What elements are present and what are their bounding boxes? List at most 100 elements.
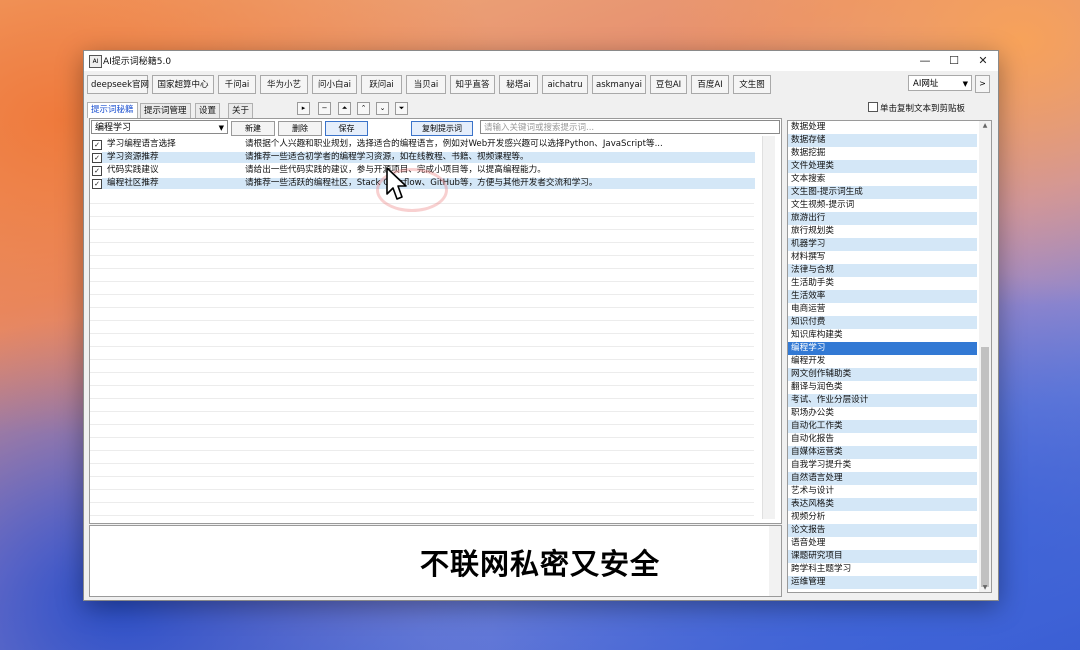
prompt-name: 编程社区推荐	[107, 178, 159, 188]
category-item[interactable]: 文生图-提示词生成	[788, 186, 977, 199]
toolbar-button-text-to-image[interactable]: 文生图	[733, 75, 771, 94]
toolbar-button-zhihu[interactable]: 知乎直答	[450, 75, 495, 94]
empty-list-area	[90, 191, 754, 519]
category-item[interactable]: 知识付费	[788, 316, 977, 329]
chevron-down-icon: ▼	[962, 80, 968, 88]
search-input[interactable]: 请输入关键词或搜索提示词...	[480, 120, 780, 134]
toolbar-button-metaso[interactable]: 秘塔ai	[499, 75, 538, 94]
copy-to-clipboard-checkbox[interactable]: 单击复制文本到剪贴板	[868, 102, 965, 114]
category-item[interactable]: 旅行规划类	[788, 225, 991, 238]
collapse-icon[interactable]: −	[318, 102, 331, 115]
category-item[interactable]: 文生视频-提示词	[788, 199, 991, 212]
ai-site-dropdown[interactable]: AI网址 ▼	[908, 75, 972, 91]
prompt-name: 代码实践建议	[107, 165, 159, 175]
category-item[interactable]: 生活效率	[788, 290, 977, 303]
toolbar-button-aichatru[interactable]: aichatru	[542, 75, 588, 94]
checkbox-checked-icon[interactable]: ✓	[92, 153, 102, 163]
toolbar-button-dangbei[interactable]: 当贝ai	[406, 75, 446, 94]
category-item[interactable]: 论文报告	[788, 524, 977, 537]
category-item[interactable]: 自我学习提升类	[788, 459, 991, 472]
mouse-cursor-icon	[386, 167, 407, 200]
category-item[interactable]: 自动化报告	[788, 433, 991, 446]
prompt-content: 请根据个人兴趣和职业规划，选择适合的编程语言，例如对Web开发感兴趣可以选择Py…	[245, 139, 663, 149]
toolbar-button-supercomputing[interactable]: 国家超算中心	[152, 75, 214, 94]
category-item[interactable]: 表达风格类	[788, 498, 977, 511]
category-select-value: 编程学习	[95, 123, 132, 133]
table-row[interactable]: ✓ 学习编程语言选择 请根据个人兴趣和职业规划，选择适合的编程语言，例如对Web…	[90, 138, 755, 151]
prompt-content: 请推荐一些活跃的编程社区，Stack Overflow、GitHub等，方便与其…	[245, 178, 598, 188]
app-window: AI AI提示词秘籍5.0 — ☐ ✕ deepseek官网 国家超算中心 千问…	[83, 50, 999, 601]
window-title: AI提示词秘籍5.0	[103, 57, 172, 67]
category-item[interactable]: 编程开发	[788, 355, 991, 368]
category-item[interactable]: 生活助手类	[788, 277, 991, 290]
category-select[interactable]: 编程学习 ▼	[91, 120, 228, 134]
toolbar-button-askmanyai[interactable]: askmanyai	[592, 75, 646, 94]
category-item[interactable]: 法律与合规	[788, 264, 977, 277]
tab-about[interactable]: 关于	[228, 103, 254, 118]
category-item[interactable]: 编程学习	[788, 342, 977, 355]
new-button[interactable]: 新建	[231, 121, 275, 136]
category-item[interactable]: 电商运营	[788, 303, 991, 316]
move-up-icon[interactable]: ⌃	[357, 102, 370, 115]
toolbar-button-xiaoyi[interactable]: 华为小艺	[260, 75, 308, 94]
category-item[interactable]: 职场办公类	[788, 407, 991, 420]
dropdown-value: AI网址	[913, 79, 939, 89]
delete-button[interactable]: 删除	[278, 121, 322, 136]
toolbar-button-baidu[interactable]: 百度AI	[691, 75, 729, 94]
category-list: 数据处理 数据存储 数据挖掘 文件处理类 文本搜索 文生图-提示词生成 文生视频-提示词 旅游…	[787, 120, 992, 593]
category-item[interactable]: 自媒体运营类	[788, 446, 977, 459]
checkbox-checked-icon[interactable]: ✓	[92, 179, 102, 189]
category-item[interactable]: 自动化工作类	[788, 420, 977, 433]
copy-prompt-button[interactable]: 复制提示词	[411, 121, 473, 136]
category-item[interactable]: 自然语言处理	[788, 472, 977, 485]
category-item[interactable]: 数据存储	[788, 134, 977, 147]
category-item[interactable]: 材料撰写	[788, 251, 991, 264]
category-item[interactable]: 旅游出行	[788, 212, 977, 225]
category-item[interactable]: 艺术与设计	[788, 485, 991, 498]
toolbar-button-yuewen[interactable]: 跃问ai	[361, 75, 402, 94]
category-item[interactable]: 数据挖掘	[788, 147, 991, 160]
category-item[interactable]: 机器学习	[788, 238, 977, 251]
save-button[interactable]: 保存	[325, 121, 368, 136]
category-item[interactable]: 文本搜索	[788, 173, 991, 186]
toolbar-button-doubao[interactable]: 豆包AI	[650, 75, 687, 94]
checkbox-checked-icon[interactable]: ✓	[92, 140, 102, 150]
list-scrollbar[interactable]	[762, 136, 775, 519]
category-item[interactable]: 数据处理	[788, 121, 991, 134]
move-top-icon[interactable]: ⏶	[338, 102, 351, 115]
toolbar-button-wenxiaobai[interactable]: 问小白ai	[312, 75, 357, 94]
copy-checkbox-label: 单击复制文本到剪贴板	[880, 104, 966, 114]
checkbox-checked-icon[interactable]: ✓	[92, 166, 102, 176]
scroll-down-icon[interactable]: ▼	[981, 584, 989, 591]
category-item[interactable]: 翻译与润色类	[788, 381, 991, 394]
prompt-content: 请推荐一些适合初学者的编程学习资源，如在线教程、书籍、视频课程等。	[245, 152, 529, 162]
prompt-name: 学习编程语言选择	[107, 139, 176, 149]
tab-prompt-book[interactable]: 提示词秘籍	[87, 102, 138, 118]
chevron-down-icon: ▼	[218, 124, 224, 132]
scroll-up-icon[interactable]: ▲	[981, 122, 989, 129]
toolbar-button-deepseek[interactable]: deepseek官网	[87, 75, 149, 94]
close-button[interactable]: ✕	[968, 51, 998, 71]
tab-settings[interactable]: 设置	[195, 103, 221, 118]
app-icon: AI	[89, 55, 102, 68]
prompt-name: 学习资源推荐	[107, 152, 159, 162]
category-item[interactable]: 考试、作业分层设计	[788, 394, 977, 407]
expand-arrow-icon[interactable]: ▸	[297, 102, 310, 115]
title-bar: AI AI提示词秘籍5.0 — ☐ ✕	[84, 51, 998, 71]
category-item[interactable]: 知识库构建类	[788, 329, 991, 342]
tab-prompt-manage[interactable]: 提示词管理	[140, 103, 191, 118]
category-item[interactable]: 网文创作辅助类	[788, 368, 977, 381]
next-button[interactable]: >	[975, 75, 990, 93]
category-item[interactable]: 文件处理类	[788, 160, 977, 173]
minimize-button[interactable]: —	[910, 51, 940, 71]
move-down-icon[interactable]: ⌄	[376, 102, 389, 115]
category-item[interactable]: 视频分析	[788, 511, 991, 524]
checkbox-icon	[868, 102, 878, 112]
toolbar-button-qianwen[interactable]: 千问ai	[218, 75, 256, 94]
prompt-content: 请给出一些代码实践的建议，参与开源项目、完成小项目等，以提高编程能力。	[245, 165, 546, 175]
move-bottom-icon[interactable]: ⏷	[395, 102, 408, 115]
table-row[interactable]: ✓ 学习资源推荐 请推荐一些适合初学者的编程学习资源，如在线教程、书籍、视频课程…	[90, 151, 755, 164]
maximize-button[interactable]: ☐	[939, 51, 969, 71]
category-scrollbar[interactable]: ▲ ▼	[979, 121, 991, 592]
video-caption: 不联网私密又安全	[419, 547, 660, 581]
